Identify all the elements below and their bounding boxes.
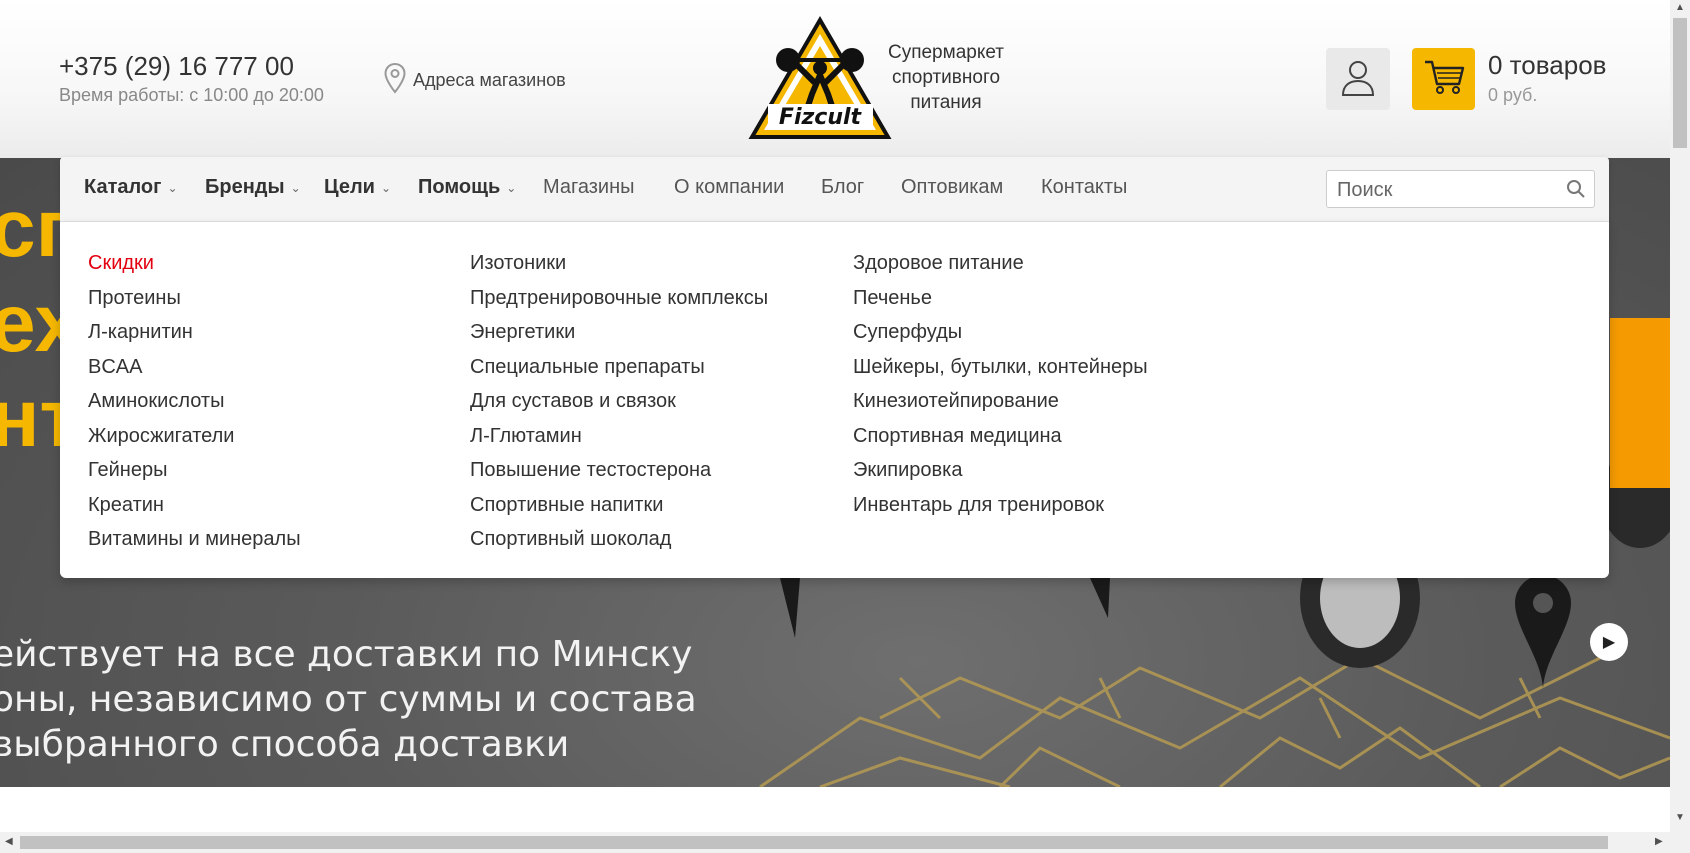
- site-header: +375 (29) 16 777 00 Время работы: с 10:0…: [0, 0, 1670, 158]
- cart-count[interactable]: 0 товаров: [1488, 50, 1606, 81]
- cart-button[interactable]: [1412, 48, 1475, 110]
- catalog-link[interactable]: Для суставов и связок: [470, 384, 768, 419]
- cart-sum: 0 руб.: [1488, 85, 1538, 105]
- logo-wordmark: Fizcult: [779, 105, 863, 130]
- tagline-line: питания: [910, 92, 982, 113]
- chevron-down-icon: ⌄: [380, 180, 392, 195]
- horizontal-scroll-thumb[interactable]: [20, 836, 1608, 849]
- catalog-link[interactable]: Изотоники: [470, 246, 768, 281]
- catalog-link[interactable]: Здоровое питание: [853, 246, 1148, 281]
- catalog-link[interactable]: Креатин: [88, 488, 301, 523]
- nav-label: Каталог: [84, 176, 162, 198]
- slider-next-button[interactable]: ▶: [1590, 623, 1628, 661]
- catalog-column: Скидки Протеины Л-карнитин BCAA Аминокис…: [88, 246, 301, 557]
- tagline-line: Супермаркет: [887, 42, 1004, 63]
- catalog-link[interactable]: Жиросжигатели: [88, 419, 301, 454]
- catalog-link[interactable]: Энергетики: [470, 315, 768, 350]
- catalog-link-sale[interactable]: Скидки: [88, 246, 301, 281]
- catalog-dropdown: Скидки Протеины Л-карнитин BCAA Аминокис…: [60, 222, 1609, 578]
- catalog-link[interactable]: Спортивные напитки: [470, 488, 768, 523]
- catalog-link[interactable]: Повышение тестостерона: [470, 453, 768, 488]
- catalog-link[interactable]: Шейкеры, бутылки, контейнеры: [853, 350, 1148, 385]
- catalog-link[interactable]: Аминокислоты: [88, 384, 301, 419]
- tagline-line: спортивного: [891, 67, 1001, 88]
- vertical-scrollbar[interactable]: ▲ ▼: [1670, 0, 1690, 853]
- catalog-link[interactable]: Инвентарь для тренировок: [853, 488, 1148, 523]
- scroll-up-arrow-icon[interactable]: ▲: [1675, 2, 1685, 13]
- search-input[interactable]: [1337, 178, 1557, 202]
- phone-number[interactable]: +375 (29) 16 777 00: [59, 51, 294, 82]
- nav-help[interactable]: Помощь ⌄: [418, 176, 516, 199]
- banner-text-line: оны, независимо от суммы и состава: [0, 679, 697, 720]
- catalog-link[interactable]: BCAA: [88, 350, 301, 385]
- chevron-down-icon: ⌄: [167, 180, 178, 195]
- banner-text-line: выбранного способа доставки: [0, 724, 570, 765]
- account-button[interactable]: [1326, 48, 1390, 110]
- scroll-down-arrow-icon[interactable]: ▼: [1675, 812, 1685, 823]
- horizontal-scrollbar[interactable]: ◀ ▶: [0, 832, 1670, 853]
- catalog-link[interactable]: Специальные препараты: [470, 350, 768, 385]
- working-hours: Время работы: с 10:00 до 20:00: [59, 85, 324, 105]
- nav-brands[interactable]: Бренды ⌄: [205, 176, 301, 199]
- catalog-link[interactable]: Витамины и минералы: [88, 522, 301, 557]
- catalog-link[interactable]: Гейнеры: [88, 453, 301, 488]
- nav-label: Цели: [324, 176, 375, 198]
- chevron-right-icon: ▶: [1602, 634, 1616, 651]
- search-icon[interactable]: [1566, 179, 1586, 204]
- banner-text-line: ействует на все доставки по Минску: [0, 634, 693, 675]
- catalog-link[interactable]: Л-Глютамин: [470, 419, 768, 454]
- catalog-column: Изотоники Предтренировочные комплексы Эн…: [470, 246, 768, 557]
- nav-blog[interactable]: Блог: [821, 176, 864, 199]
- cart-icon: [1423, 58, 1465, 101]
- catalog-column: Здоровое питание Печенье Суперфуды Шейке…: [853, 246, 1148, 522]
- store-addresses-label: Адреса магазинов: [413, 70, 566, 90]
- catalog-link[interactable]: Кинезиотейпирование: [853, 384, 1148, 419]
- nav-goals[interactable]: Цели ⌄: [324, 176, 391, 199]
- catalog-link[interactable]: Спортивная медицина: [853, 419, 1148, 454]
- chevron-down-icon: ⌄: [290, 180, 301, 195]
- nav-catalog[interactable]: Каталог ⌄: [84, 176, 178, 199]
- chevron-down-icon: ⌄: [506, 180, 517, 195]
- search-box: [1326, 170, 1595, 208]
- scroll-right-arrow-icon[interactable]: ▶: [1655, 836, 1663, 847]
- catalog-link[interactable]: Протеины: [88, 281, 301, 316]
- nav-label: Помощь: [418, 176, 501, 198]
- main-navigation: Каталог ⌄ Бренды ⌄ Цели ⌄ Помощь ⌄ Магазины …: [60, 157, 1609, 222]
- catalog-link[interactable]: Суперфуды: [853, 315, 1148, 350]
- location-pin-icon: [383, 62, 407, 99]
- store-addresses-link[interactable]: Адреса магазинов: [383, 62, 566, 99]
- catalog-link[interactable]: Л-карнитин: [88, 315, 301, 350]
- nav-wholesale[interactable]: Оптовикам: [901, 176, 1003, 199]
- scroll-left-arrow-icon[interactable]: ◀: [5, 836, 13, 847]
- nav-label: Бренды: [205, 176, 285, 198]
- catalog-link[interactable]: Печенье: [853, 281, 1148, 316]
- user-icon: [1340, 57, 1376, 102]
- nav-about[interactable]: О компании: [674, 176, 784, 199]
- nav-contacts[interactable]: Контакты: [1041, 176, 1127, 199]
- vertical-scroll-thumb[interactable]: [1673, 18, 1687, 148]
- site-tagline: Супермаркет спортивного питания: [872, 40, 1020, 115]
- catalog-link[interactable]: Предтренировочные комплексы: [470, 281, 768, 316]
- nav-stores[interactable]: Магазины: [543, 176, 635, 199]
- catalog-link[interactable]: Экипировка: [853, 453, 1148, 488]
- catalog-link[interactable]: Спортивный шоколад: [470, 522, 768, 557]
